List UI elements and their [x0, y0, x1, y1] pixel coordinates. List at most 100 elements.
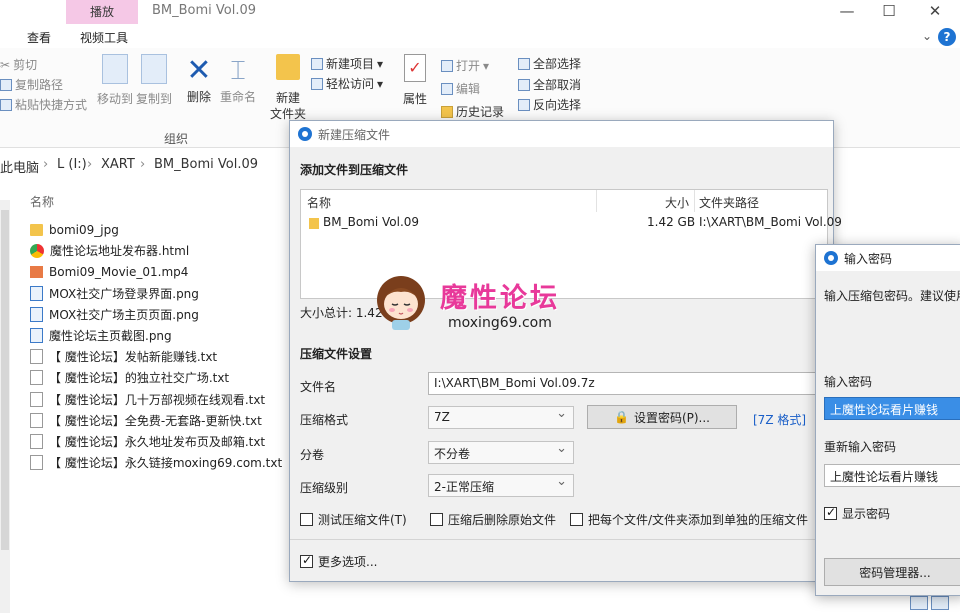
password-hint: 输入压缩包密码。建议使用 [824, 289, 960, 303]
delete-after-checkbox[interactable]: 压缩后删除原始文件 [430, 511, 556, 528]
chevron-down-icon[interactable]: ⌄ [922, 29, 932, 43]
level-select[interactable]: 2-正常压缩 [428, 474, 574, 497]
list-item[interactable]: bomi09_jpg [30, 219, 300, 240]
edit-icon [441, 82, 453, 95]
more-options-checkbox[interactable]: 更多选项... [300, 553, 377, 570]
test-archive-checkbox[interactable]: 测试压缩文件(T) [300, 511, 407, 528]
move-to-button[interactable]: 移动到 [97, 54, 133, 107]
context-tab-play[interactable]: 播放 [66, 0, 138, 24]
rename-label: 重命名 [220, 90, 257, 104]
properties-button[interactable]: ✓ 属性 [398, 54, 432, 107]
edit-label: 编辑 [456, 82, 481, 96]
select-none-button[interactable]: 全部取消 [518, 76, 581, 93]
dialog-title-bar[interactable]: 新建压缩文件 [290, 121, 833, 147]
easy-access-label: 轻松访问 [326, 77, 375, 91]
more-options-label: 更多选项... [318, 555, 378, 569]
list-item[interactable]: Bomi09_Movie_01.mp4 [30, 261, 300, 282]
delete-label: 删除 [186, 90, 211, 104]
dropdown-arrow-icon: ▾ [377, 56, 384, 71]
repeat-password-label: 重新输入密码 [824, 440, 897, 454]
breadcrumb-xart[interactable]: XART [101, 157, 135, 172]
show-password-checkbox[interactable]: 显示密码 [824, 505, 890, 522]
list-item[interactable]: 【 魔性论坛】永久地址发布页及邮箱.txt [30, 431, 300, 452]
chevron-right-icon: › [140, 157, 146, 172]
image-file-icon [30, 285, 43, 301]
text-file-icon [30, 391, 43, 407]
rename-icon: ⌶ [230, 56, 246, 86]
history-button[interactable]: 历史记录 [441, 103, 504, 120]
format-link[interactable]: [7Z 格式] [753, 411, 806, 428]
dialog-title-bar[interactable]: 输入密码 [816, 245, 960, 271]
column-header-name[interactable]: 名称 [30, 193, 54, 210]
select-all-button[interactable]: 全部选择 [518, 55, 581, 72]
list-item[interactable]: 【 魔性论坛】几十万部视频在线观看.txt [30, 389, 300, 410]
easy-access-button[interactable]: 轻松访问 ▾ [311, 75, 383, 92]
minimize-icon[interactable]: — [832, 2, 862, 20]
column-header-size[interactable]: 大小 [665, 194, 689, 211]
lock-icon: 🔒 [614, 410, 629, 424]
help-icon[interactable]: ? [938, 28, 956, 46]
file-name: bomi09_jpg [49, 222, 119, 237]
ribbon-tabs: 查看 视频工具 ⌄ ? [0, 26, 960, 48]
text-file-icon [30, 455, 43, 471]
list-item[interactable]: 魔性论坛主页截图.png [30, 325, 300, 346]
tab-video-tools[interactable]: 视频工具 [80, 29, 128, 46]
password-input[interactable]: 上魔性论坛看片赚钱 [824, 397, 960, 420]
copy-path-button[interactable]: 复制路径 [0, 76, 63, 93]
repeat-password-input[interactable]: 上魔性论坛看片赚钱 [824, 464, 960, 487]
open-button[interactable]: 打开 ▾ [441, 57, 489, 74]
list-item[interactable]: 魔性论坛地址发布器.html [30, 240, 300, 261]
checkbox-checked [824, 505, 837, 520]
filename-input[interactable]: I:\XART\BM_Bomi Vol.09.7z [428, 372, 828, 395]
copy-to-button[interactable]: 复制到 [136, 54, 172, 107]
edit-button[interactable]: 编辑 [441, 80, 480, 97]
folder-icon [309, 218, 319, 229]
list-item[interactable]: 【 魔性论坛】永久链接moxing69.com.txt [30, 452, 300, 473]
new-archive-dialog: 新建压缩文件 添加文件到压缩文件 名称 大小 文件夹路径 BM_Bomi Vol… [289, 120, 842, 582]
new-folder-button[interactable]: 新建 文件夹 [270, 54, 306, 122]
app-logo-icon [298, 127, 312, 141]
rename-button[interactable]: ⌶ 重命名 [220, 54, 256, 105]
split-select[interactable]: 不分卷 [428, 441, 574, 464]
list-item[interactable]: MOX社交广场主页页面.png [30, 304, 300, 325]
text-file-icon [30, 433, 43, 449]
new-item-button[interactable]: 新建项目 ▾ [311, 55, 383, 72]
format-select[interactable]: 7Z [428, 406, 574, 429]
checkbox-box [300, 513, 313, 526]
dropdown-arrow-icon: ▾ [483, 58, 490, 73]
column-header-path[interactable]: 文件夹路径 [699, 194, 759, 211]
chrome-html-icon [30, 243, 44, 258]
list-item[interactable]: 【 魔性论坛】全免费-无套路-更新快.txt [30, 410, 300, 431]
close-icon[interactable]: ✕ [920, 2, 950, 20]
level-label: 压缩级别 [300, 481, 349, 495]
list-item[interactable]: 【 魔性论坛】发帖新能赚钱.txt [30, 346, 300, 367]
file-list: bomi09_jpg 魔性论坛地址发布器.html Bomi09_Movie_0… [30, 219, 300, 473]
text-file-icon [30, 349, 43, 365]
column-divider [694, 190, 695, 212]
set-password-button[interactable]: 🔒 设置密码(P)... [587, 405, 737, 429]
breadcrumb-current-folder[interactable]: BM_Bomi Vol.09 [154, 157, 258, 172]
breadcrumb-this-pc[interactable]: 此电脑 [0, 157, 39, 176]
cut-button[interactable]: ✂ 剪切 [0, 56, 37, 73]
list-item[interactable]: MOX社交广场登录界面.png [30, 283, 300, 304]
invert-selection-button[interactable]: 反向选择 [518, 96, 581, 113]
password-manager-button[interactable]: 密码管理器... [824, 558, 960, 586]
tab-view[interactable]: 查看 [27, 29, 51, 46]
separate-archives-checkbox[interactable]: 把每个文件/文件夹添加到单独的压缩文件 [570, 511, 808, 528]
file-name: MOX社交广场主页页面.png [49, 307, 199, 322]
copy-to-icon [141, 54, 167, 84]
scrollbar-thumb[interactable] [1, 210, 9, 550]
details-view-icon[interactable] [910, 596, 928, 610]
list-item[interactable]: 【 魔性论坛】的独立社交广场.txt [30, 367, 300, 388]
large-icons-view-icon[interactable] [931, 596, 949, 610]
history-label: 历史记录 [456, 105, 505, 119]
select-all-icon [518, 57, 530, 70]
row-size: 1.42 GB [647, 215, 696, 229]
breadcrumb-drive[interactable]: L (I:) [57, 157, 87, 172]
divider [290, 539, 833, 540]
delete-button[interactable]: ✕ 删除 [184, 54, 214, 105]
properties-icon: ✓ [404, 54, 426, 82]
paste-shortcut-button[interactable]: 粘贴快捷方式 [0, 96, 87, 113]
maximize-icon[interactable]: ☐ [874, 2, 904, 20]
column-header-name[interactable]: 名称 [307, 194, 331, 211]
